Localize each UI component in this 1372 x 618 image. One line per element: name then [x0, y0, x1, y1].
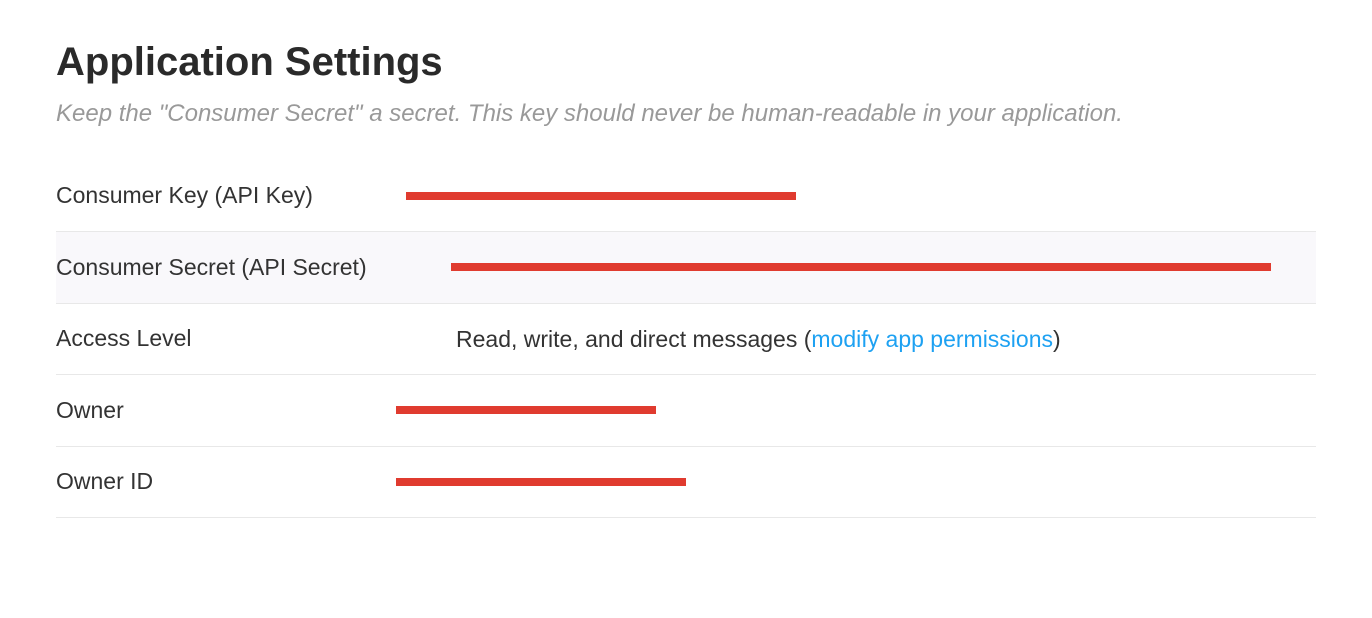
page-title: Application Settings	[56, 40, 1316, 85]
label-consumer-secret: Consumer Secret (API Secret)	[56, 254, 451, 281]
redacted-consumer-key	[406, 192, 796, 200]
access-level-text-prefix: Read, write, and direct messages (	[456, 326, 811, 352]
row-access-level: Access Level Read, write, and direct mes…	[56, 304, 1316, 376]
page-subtitle: Keep the "Consumer Secret" a secret. Thi…	[56, 97, 1316, 131]
access-level-text-suffix: )	[1053, 326, 1061, 352]
modify-app-permissions-link[interactable]: modify app permissions	[811, 326, 1053, 352]
value-consumer-key	[406, 179, 1316, 214]
settings-table: Consumer Key (API Key) Consumer Secret (…	[56, 161, 1316, 519]
redacted-owner	[396, 406, 656, 414]
row-consumer-key: Consumer Key (API Key)	[56, 161, 1316, 233]
label-owner: Owner	[56, 397, 396, 424]
row-owner: Owner	[56, 375, 1316, 447]
value-owner	[396, 393, 1316, 428]
value-access-level: Read, write, and direct messages (modify…	[456, 322, 1316, 357]
label-access-level: Access Level	[56, 325, 456, 352]
value-consumer-secret	[451, 250, 1316, 285]
redacted-consumer-secret	[451, 263, 1271, 271]
value-owner-id	[396, 465, 1316, 500]
row-owner-id: Owner ID	[56, 447, 1316, 519]
redacted-owner-id	[396, 478, 686, 486]
label-consumer-key: Consumer Key (API Key)	[56, 182, 406, 209]
label-owner-id: Owner ID	[56, 468, 396, 495]
row-consumer-secret: Consumer Secret (API Secret)	[56, 232, 1316, 304]
